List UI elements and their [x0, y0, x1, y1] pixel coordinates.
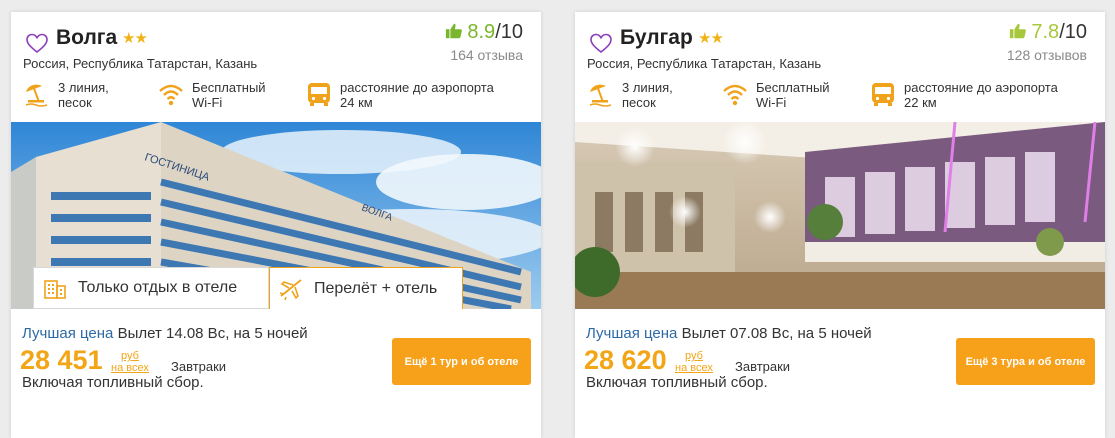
feature-beach-line2: песок — [58, 95, 92, 110]
reviews-count[interactable]: 128 отзывов — [1007, 47, 1087, 63]
best-price-info: Лучшая цена Вылет 14.08 Вс, на 5 ночей — [22, 325, 308, 342]
more-tours-button[interactable]: Ещё 3 тура и об отеле — [956, 338, 1095, 385]
departure-info: Вылет 07.08 Вс, на 5 ночей — [681, 325, 872, 342]
feature-airport-line2: 22 км — [904, 95, 937, 110]
beach-umbrella-icon — [25, 84, 48, 107]
price-per-label: на всех — [111, 362, 149, 374]
price-unit: руб на всех — [675, 350, 713, 374]
feature-beach-line1: 3 линия, — [622, 80, 673, 95]
wifi-icon — [723, 84, 747, 106]
hotel-card-volga: Волга ★★ Россия, Республика Татарстан, К… — [11, 12, 541, 438]
feature-airport-line2: 24 км — [340, 95, 373, 110]
rating-scale: /10 — [495, 21, 523, 43]
departure-info: Вылет 14.08 Вс, на 5 ночей — [117, 325, 308, 342]
price-unit: руб на всех — [111, 350, 149, 374]
thumbs-up-icon — [446, 23, 463, 39]
feature-airport-line1: расстояние до аэропорта — [340, 80, 494, 95]
airplane-icon — [279, 278, 302, 300]
meal-plan: Завтраки — [735, 359, 791, 374]
hotel-stars: ★★ — [122, 30, 148, 47]
beach-umbrella-icon — [589, 84, 612, 107]
more-tours-button[interactable]: Ещё 1 тур и об отеле — [392, 338, 531, 385]
hotel-name[interactable]: Булгар — [620, 26, 693, 50]
feature-wifi-line1: Бесплатный — [192, 80, 266, 95]
thumbs-up-icon — [1010, 23, 1027, 39]
hotel-name[interactable]: Волга — [56, 26, 117, 50]
feature-airport-line1: расстояние до аэропорта — [904, 80, 1058, 95]
fuel-surcharge-note: Включая топливный сбор. — [22, 374, 204, 391]
feature-wifi: Бесплатный Wi-Fi — [721, 80, 830, 110]
best-price-label: Лучшая цена — [22, 325, 114, 342]
reviews-count[interactable]: 164 отзыва — [445, 47, 523, 63]
rating-score: 7.8 — [1031, 21, 1060, 43]
hotel-rating: 7.8/10 128 отзывов — [1007, 21, 1087, 63]
tab-hotel-only-label: Только отдых в отеле — [78, 279, 238, 296]
bus-icon — [872, 83, 894, 106]
bus-icon — [308, 83, 330, 106]
hotel-photo[interactable] — [575, 122, 1105, 309]
wifi-icon — [159, 84, 183, 106]
best-price-info: Лучшая цена Вылет 07.08 Вс, на 5 ночей — [586, 325, 872, 342]
rating-scale: /10 — [1059, 21, 1087, 43]
tour-type-tabs: Только отдых в отеле Перелёт + отель — [33, 267, 463, 309]
rating-score: 8.9 — [467, 21, 496, 43]
feature-beach: 3 линия, песок — [587, 80, 673, 110]
best-price-label: Лучшая цена — [586, 325, 678, 342]
feature-beach-line2: песок — [622, 95, 656, 110]
currency-label: руб — [684, 350, 703, 362]
hotel-rating: 8.9/10 164 отзыва — [445, 21, 523, 63]
feature-beach-line1: 3 линия, — [58, 80, 109, 95]
currency-label: руб — [120, 350, 139, 362]
fuel-surcharge-note: Включая топливный сбор. — [586, 374, 768, 391]
favorite-heart-icon[interactable] — [589, 31, 613, 55]
feature-airport: расстояние до аэропорта 24 км — [305, 80, 494, 110]
hotel-location: Россия, Республика Татарстан, Казань — [23, 56, 258, 71]
feature-wifi-line2: Wi-Fi — [192, 95, 223, 110]
tour-price: 28 620 — [584, 345, 667, 375]
hotel-card-bulgar: Булгар ★★ Россия, Республика Татарстан, … — [575, 12, 1105, 438]
hotel-location: Россия, Республика Татарстан, Казань — [587, 56, 822, 71]
tour-price: 28 451 — [20, 345, 103, 375]
meal-plan: Завтраки — [171, 359, 227, 374]
hotel-stars: ★★ — [698, 30, 724, 47]
tab-hotel-only[interactable]: Только отдых в отеле — [33, 267, 269, 309]
feature-wifi-line1: Бесплатный — [756, 80, 830, 95]
tab-flight-hotel[interactable]: Перелёт + отель — [269, 267, 463, 309]
tab-flight-hotel-label: Перелёт + отель — [314, 279, 438, 297]
building-icon — [44, 280, 66, 299]
price-per-label: на всех — [675, 362, 713, 374]
favorite-heart-icon[interactable] — [25, 31, 49, 55]
feature-airport: расстояние до аэропорта 22 км — [869, 80, 1058, 110]
feature-wifi-line2: Wi-Fi — [756, 95, 787, 110]
feature-wifi: Бесплатный Wi-Fi — [157, 80, 266, 110]
feature-beach: 3 линия, песок — [23, 80, 109, 110]
